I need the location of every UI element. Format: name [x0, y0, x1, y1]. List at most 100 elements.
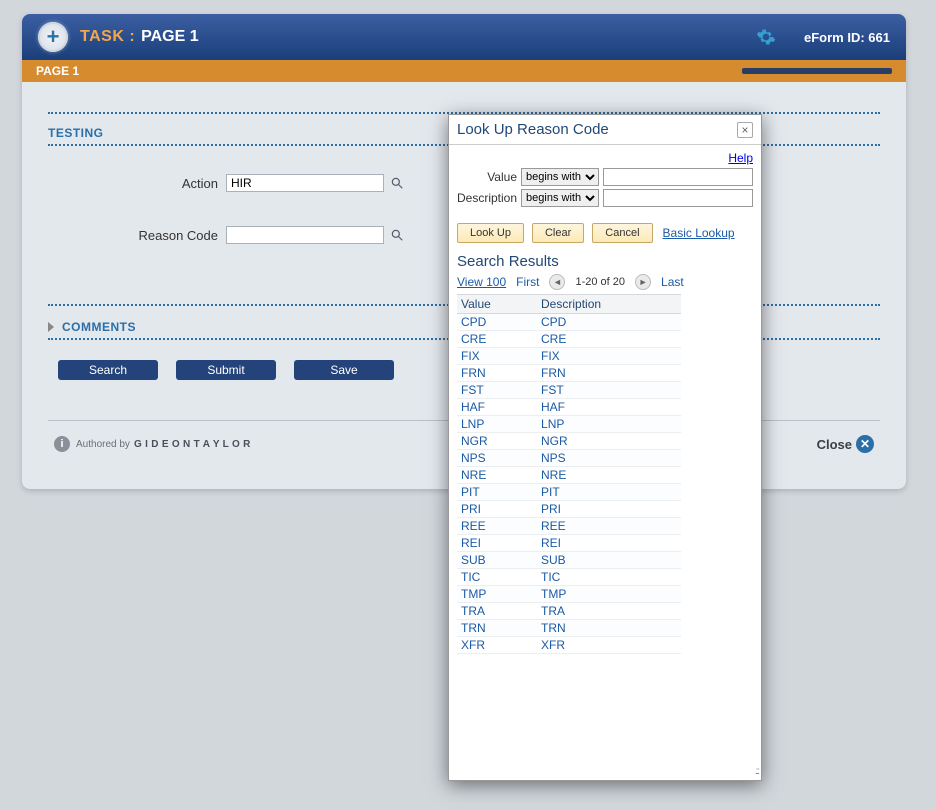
modal-close-icon[interactable]: ×: [737, 122, 753, 138]
result-value-link[interactable]: TMP: [461, 587, 486, 601]
last-link[interactable]: Last: [661, 275, 684, 289]
close-button[interactable]: Close ✕: [817, 435, 874, 453]
next-arrow-icon[interactable]: ►: [635, 274, 651, 290]
result-value-link[interactable]: XFR: [461, 638, 485, 652]
table-row: CRE CRE: [457, 331, 681, 348]
result-desc-link[interactable]: TRA: [541, 604, 565, 618]
cancel-button[interactable]: Cancel: [592, 223, 652, 243]
result-value-link[interactable]: FIX: [461, 349, 480, 363]
lookup-button-row: Look Up Clear Cancel Basic Lookup: [457, 223, 753, 243]
result-value-link[interactable]: REE: [461, 519, 486, 533]
action-label: Action: [98, 176, 218, 191]
header-bar: + TASK : PAGE 1 eForm ID: 661: [22, 14, 906, 60]
result-value-link[interactable]: LNP: [461, 417, 484, 431]
result-desc-link[interactable]: REI: [541, 536, 561, 550]
reason-label: Reason Code: [98, 228, 218, 243]
value-search-row: Value begins with: [457, 168, 753, 186]
result-desc-link[interactable]: TMP: [541, 587, 566, 601]
brand-label: G I D E O N T A Y L O R: [134, 439, 251, 450]
table-row: PIT PIT: [457, 484, 681, 501]
range-label: 1-20 of 20: [575, 276, 625, 288]
result-desc-link[interactable]: NRE: [541, 468, 566, 482]
col-value[interactable]: Value: [457, 295, 537, 314]
value-search-input[interactable]: [603, 168, 753, 186]
action-input[interactable]: [226, 174, 384, 192]
result-value-link[interactable]: NRE: [461, 468, 486, 482]
result-desc-link[interactable]: CPD: [541, 315, 566, 329]
save-button[interactable]: Save: [294, 360, 394, 380]
result-desc-link[interactable]: TIC: [541, 570, 560, 584]
reason-input[interactable]: [226, 226, 384, 244]
result-desc-link[interactable]: LNP: [541, 417, 564, 431]
close-icon: ✕: [856, 435, 874, 453]
result-value-link[interactable]: TRN: [461, 621, 486, 635]
results-table: Value Description CPDCPDCRECREFIXFIXFRNF…: [457, 294, 681, 654]
help-link[interactable]: Help: [728, 151, 753, 165]
value-operator-select[interactable]: begins with: [521, 168, 599, 186]
result-value-link[interactable]: PRI: [461, 502, 481, 516]
lookup-button[interactable]: Look Up: [457, 223, 524, 243]
table-row: NPS NPS: [457, 450, 681, 467]
table-row: FIX FIX: [457, 348, 681, 365]
result-desc-link[interactable]: SUB: [541, 553, 566, 567]
col-desc[interactable]: Description: [537, 295, 681, 314]
result-value-link[interactable]: REI: [461, 536, 481, 550]
result-desc-link[interactable]: FST: [541, 383, 564, 397]
result-desc-link[interactable]: PIT: [541, 485, 560, 499]
search-results-title: Search Results: [457, 253, 753, 270]
resize-grip[interactable]: .:.:: [755, 766, 758, 777]
reason-lookup-icon[interactable]: [390, 228, 404, 242]
table-row: FRN FRN: [457, 365, 681, 382]
result-value-link[interactable]: SUB: [461, 553, 486, 567]
chevron-right-icon: [48, 322, 54, 332]
desc-label: Description: [457, 191, 517, 205]
authored-by: Authored by: [76, 439, 130, 450]
first-link[interactable]: First: [516, 275, 539, 289]
clear-button[interactable]: Clear: [532, 223, 584, 243]
result-desc-link[interactable]: NGR: [541, 434, 568, 448]
close-label: Close: [817, 437, 852, 452]
result-desc-link[interactable]: TRN: [541, 621, 566, 635]
result-value-link[interactable]: FST: [461, 383, 484, 397]
eform-id: eForm ID: 661: [804, 30, 890, 45]
result-desc-link[interactable]: REE: [541, 519, 566, 533]
result-value-link[interactable]: PIT: [461, 485, 480, 499]
table-row: NRE NRE: [457, 467, 681, 484]
lookup-modal: Look Up Reason Code × Help Value begins …: [448, 114, 762, 781]
result-value-link[interactable]: HAF: [461, 400, 485, 414]
result-value-link[interactable]: CRE: [461, 332, 486, 346]
table-row: XFR XFR: [457, 637, 681, 654]
search-button[interactable]: Search: [58, 360, 158, 380]
result-value-link[interactable]: CPD: [461, 315, 486, 329]
result-desc-link[interactable]: PRI: [541, 502, 561, 516]
result-desc-link[interactable]: FIX: [541, 349, 560, 363]
table-row: SUB SUB: [457, 552, 681, 569]
result-desc-link[interactable]: XFR: [541, 638, 565, 652]
result-desc-link[interactable]: HAF: [541, 400, 565, 414]
page-label: PAGE 1: [141, 28, 199, 46]
result-value-link[interactable]: NPS: [461, 451, 486, 465]
result-desc-link[interactable]: FRN: [541, 366, 566, 380]
desc-search-input[interactable]: [603, 189, 753, 207]
table-row: REE REE: [457, 518, 681, 535]
action-lookup-icon[interactable]: [390, 176, 404, 190]
table-row: TRA TRA: [457, 603, 681, 620]
comments-label: COMMENTS: [62, 320, 136, 334]
basic-lookup-link[interactable]: Basic Lookup: [663, 226, 735, 240]
view-100-link[interactable]: View 100: [457, 275, 506, 289]
desc-operator-select[interactable]: begins with: [521, 189, 599, 207]
result-desc-link[interactable]: CRE: [541, 332, 566, 346]
prev-arrow-icon[interactable]: ◄: [549, 274, 565, 290]
submit-button[interactable]: Submit: [176, 360, 276, 380]
table-row: FST FST: [457, 382, 681, 399]
result-desc-link[interactable]: NPS: [541, 451, 566, 465]
gear-icon[interactable]: [756, 27, 776, 47]
info-icon[interactable]: i: [54, 436, 70, 452]
plus-icon[interactable]: +: [38, 22, 68, 52]
modal-title: Look Up Reason Code: [457, 121, 609, 138]
result-value-link[interactable]: TRA: [461, 604, 485, 618]
result-value-link[interactable]: FRN: [461, 366, 486, 380]
result-value-link[interactable]: TIC: [461, 570, 480, 584]
result-value-link[interactable]: NGR: [461, 434, 488, 448]
table-row: REI REI: [457, 535, 681, 552]
